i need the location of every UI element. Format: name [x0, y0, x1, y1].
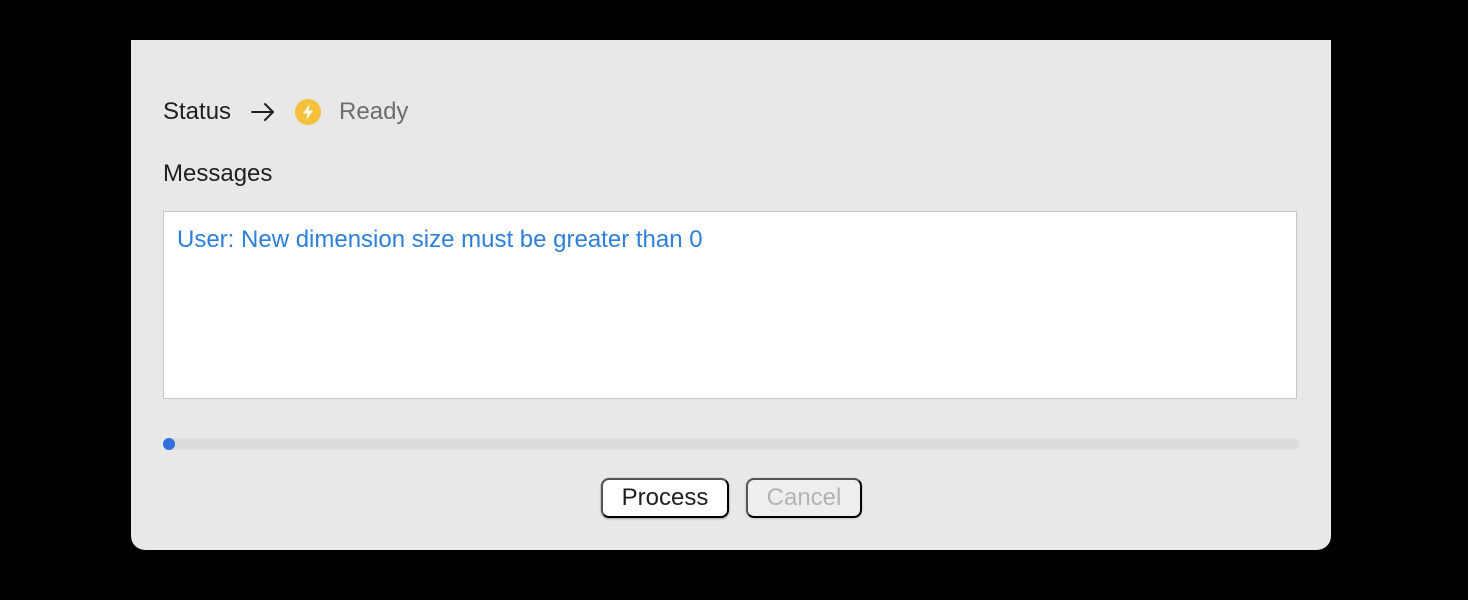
arrow-right-icon: [249, 98, 277, 126]
messages-label: Messages: [163, 160, 273, 187]
messages-log[interactable]: User: New dimension size must be greater…: [163, 211, 1297, 399]
message-line: User: New dimension size must be greater…: [177, 226, 703, 253]
cancel-button[interactable]: Cancel: [746, 478, 862, 518]
progress-bar: [163, 438, 1299, 450]
status-row: Status Ready: [163, 96, 408, 128]
status-value: Ready: [339, 98, 409, 125]
progress-indicator: [163, 438, 175, 450]
dialog-window: Status Ready Messages User: New dimensio…: [131, 40, 1331, 550]
status-label: Status: [163, 98, 232, 125]
process-button[interactable]: Process: [601, 478, 729, 518]
lightning-bolt-icon: [295, 99, 322, 125]
